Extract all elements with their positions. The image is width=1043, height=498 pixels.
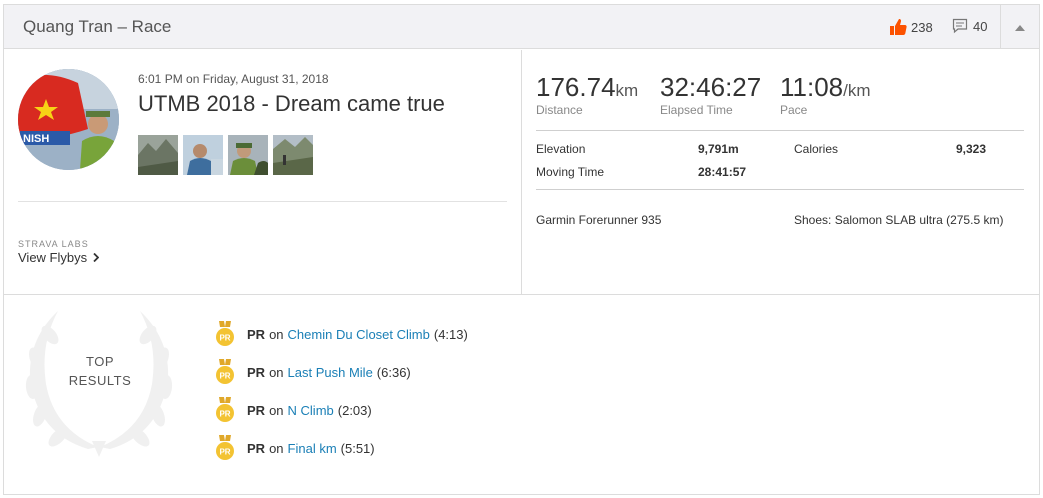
pr-label: PR xyxy=(247,440,266,456)
elapsed-time-stat: 32:46:27 Elapsed Time xyxy=(660,72,761,117)
segment-time: (6:36) xyxy=(376,364,411,380)
athlete-avatar[interactable]: NISH xyxy=(18,69,119,170)
moving-time-value: 28:41:57 xyxy=(698,165,747,179)
pr-on-text: on xyxy=(269,326,284,342)
pr-on-text: on xyxy=(269,364,284,380)
pr-label: PR xyxy=(247,326,266,342)
calories-label: Calories xyxy=(794,142,839,156)
activity-header: Quang Tran – Race 238 40 xyxy=(4,5,1039,49)
pace-unit: /km xyxy=(843,81,871,100)
pace-label: Pace xyxy=(780,103,808,117)
svg-text:PR: PR xyxy=(219,410,230,419)
distance-stat: 176.74km Distance xyxy=(536,72,638,117)
collapse-button[interactable] xyxy=(1000,5,1039,49)
segment-time: (5:51) xyxy=(340,440,375,456)
photo-thumbnail[interactable] xyxy=(228,135,268,175)
strava-labs-label: STRAVA LABS xyxy=(18,239,89,249)
segment-link[interactable]: N Climb xyxy=(288,403,334,418)
svg-text:NISH: NISH xyxy=(23,133,49,145)
comments-button[interactable]: 40 xyxy=(952,18,987,34)
svg-text:PR: PR xyxy=(219,372,230,381)
top-results-heading: TOP RESULTS xyxy=(60,352,140,390)
activity-title[interactable]: UTMB 2018 - Dream came true xyxy=(138,91,445,117)
pr-on-text: on xyxy=(269,440,284,456)
segment-time: (4:13) xyxy=(433,326,468,342)
photo-strip xyxy=(138,135,313,175)
pr-medal-icon: PR xyxy=(216,321,234,346)
activity-datetime: 6:01 PM on Friday, August 31, 2018 xyxy=(138,72,329,86)
view-flybys-label: View Flybys xyxy=(18,250,88,265)
distance-label: Distance xyxy=(536,103,583,117)
device-name: Garmin Forerunner 935 xyxy=(536,213,662,227)
pr-label: PR xyxy=(247,402,266,418)
elapsed-time-value: 32:46:27 xyxy=(660,72,762,102)
segment-link[interactable]: Last Push Mile xyxy=(288,365,373,380)
segment-link[interactable]: Chemin Du Closet Climb xyxy=(288,327,430,342)
avatar-image: NISH xyxy=(18,69,119,170)
stats-divider xyxy=(536,130,1024,131)
pr-result-row: PR PR on Last Push Mile (6:36) xyxy=(216,359,411,385)
elevation-value: 9,791m xyxy=(698,142,739,156)
view-flybys-link[interactable]: View Flybys xyxy=(18,250,100,265)
elevation-label: Elevation xyxy=(536,142,586,156)
pr-on-text: on xyxy=(269,402,284,418)
activity-header-title: Quang Tran – Race xyxy=(23,17,172,36)
pace-value: 11:08 xyxy=(780,72,844,102)
distance-unit: km xyxy=(615,81,639,100)
photo-thumbnail[interactable] xyxy=(273,135,313,175)
svg-text:PR: PR xyxy=(219,448,230,457)
comment-icon xyxy=(952,18,968,34)
kudos-button[interactable]: 238 xyxy=(889,18,933,36)
segment-link[interactable]: Final km xyxy=(288,441,337,456)
shoes-info[interactable]: Shoes: Salomon SLAB ultra (275.5 km) xyxy=(794,213,1003,227)
thumbs-up-icon xyxy=(890,19,907,35)
summary-divider xyxy=(18,201,507,202)
activity-stats-panel: 176.74km Distance 32:46:27 Elapsed Time … xyxy=(523,50,1039,294)
pr-result-row: PR PR on Final km (5:51) xyxy=(216,435,375,461)
pr-medal-icon: PR xyxy=(216,359,234,384)
activity-card: Quang Tran – Race 238 40 NISH 6:01 PM on… xyxy=(3,4,1040,495)
moving-time-label: Moving Time xyxy=(536,165,605,179)
pace-stat: 11:08/km Pace xyxy=(780,72,871,117)
pr-medal-icon: PR xyxy=(216,397,234,422)
pr-label: PR xyxy=(247,364,266,380)
distance-value: 176.74 xyxy=(536,72,616,102)
caret-up-icon xyxy=(1015,24,1025,31)
top-results-line1: TOP xyxy=(86,354,114,369)
stats-divider xyxy=(536,189,1024,190)
pr-medal-icon: PR xyxy=(216,435,234,460)
calories-value: 9,323 xyxy=(956,142,987,156)
top-results-line2: RESULTS xyxy=(68,373,132,388)
photo-thumbnail[interactable] xyxy=(183,135,223,175)
top-results-section: TOP RESULTS PR PR on Chemin Du Closet Cl… xyxy=(4,294,1039,494)
photo-thumbnail[interactable] xyxy=(138,135,178,175)
svg-text:PR: PR xyxy=(219,334,230,343)
segment-time: (2:03) xyxy=(337,402,372,418)
comments-count: 40 xyxy=(973,18,988,34)
chevron-right-icon xyxy=(93,253,100,262)
activity-summary-panel: NISH 6:01 PM on Friday, August 31, 2018 … xyxy=(4,50,522,294)
pr-result-row: PR PR on Chemin Du Closet Climb (4:13) xyxy=(216,321,468,347)
pr-result-row: PR PR on N Climb (2:03) xyxy=(216,397,372,423)
kudos-count: 238 xyxy=(911,19,933,35)
elapsed-time-label: Elapsed Time xyxy=(660,103,733,117)
